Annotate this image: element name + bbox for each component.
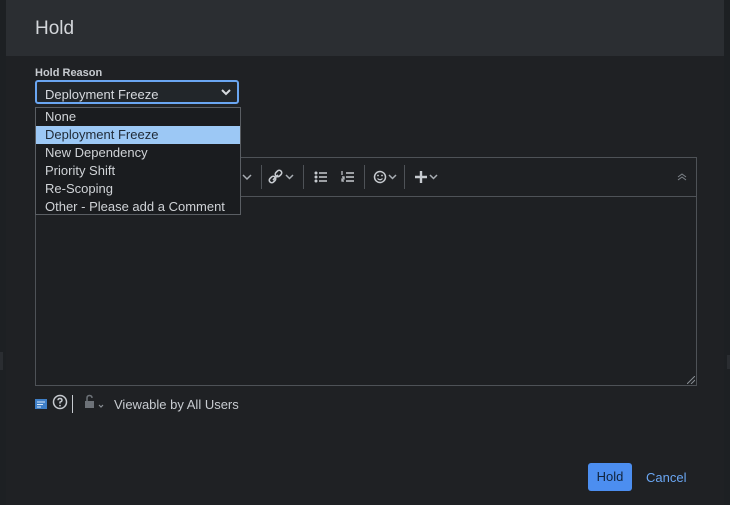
hold-dialog: Hold Hold Reason Deployment Freeze None … [6, 0, 724, 505]
cancel-button[interactable]: Cancel [646, 470, 686, 485]
backdrop-edge-left [0, 352, 3, 370]
comment-footer: Viewable by All Users [34, 393, 334, 415]
option-new-dependency[interactable]: New Dependency [36, 144, 240, 162]
lock-icon[interactable] [83, 394, 109, 410]
visibility-label: Viewable by All Users [114, 397, 239, 412]
dialog-header: Hold [6, 0, 724, 56]
footer-divider [72, 395, 73, 413]
link-icon[interactable] [267, 168, 295, 186]
option-priority-shift[interactable]: Priority Shift [36, 162, 240, 180]
toolbar-separator [364, 165, 365, 189]
emoji-icon[interactable] [373, 168, 399, 186]
numbered-list-icon[interactable] [341, 168, 355, 186]
option-other[interactable]: Other - Please add a Comment [36, 198, 240, 216]
option-none[interactable]: None [36, 108, 240, 126]
chevron-down-icon[interactable] [241, 168, 253, 186]
hold-reason-label: Hold Reason [35, 67, 103, 79]
help-icon[interactable] [52, 394, 68, 410]
chevron-down-icon [221, 89, 231, 96]
resize-grip-icon[interactable] [687, 376, 695, 384]
hold-button[interactable]: Hold [588, 463, 632, 491]
toolbar-separator [303, 165, 304, 189]
collapse-icon[interactable] [676, 168, 688, 186]
editor-mode-icon[interactable] [34, 397, 48, 411]
option-deployment-freeze[interactable]: Deployment Freeze [36, 126, 240, 144]
hold-reason-selected-value: Deployment Freeze [45, 87, 159, 102]
bullet-list-icon[interactable] [314, 168, 328, 186]
dialog-title: Hold [35, 18, 75, 39]
hold-reason-dropdown: None Deployment Freeze New Dependency Pr… [35, 107, 241, 215]
plus-icon[interactable] [414, 168, 440, 186]
toolbar-separator [261, 165, 262, 189]
option-re-scoping[interactable]: Re-Scoping [36, 180, 240, 198]
toolbar-separator [404, 165, 405, 189]
hold-reason-select[interactable]: Deployment Freeze [35, 80, 239, 104]
